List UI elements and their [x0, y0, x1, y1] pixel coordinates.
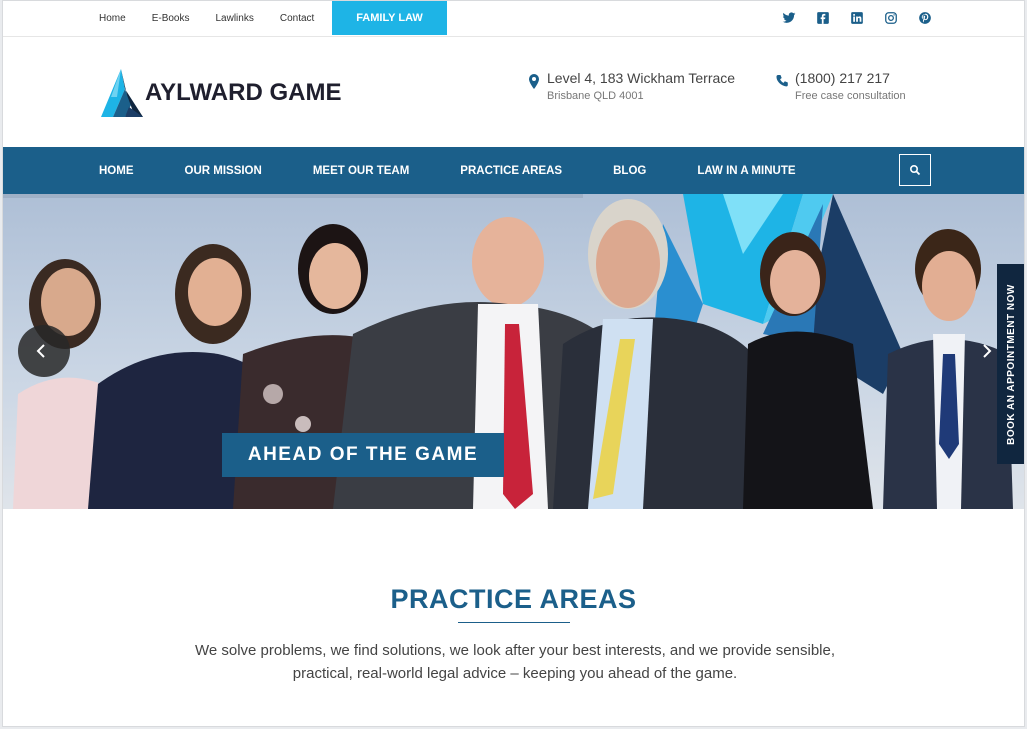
chevron-right-icon [983, 344, 992, 358]
main-nav: HOME OUR MISSION MEET OUR TEAM PRACTICE … [3, 147, 1024, 194]
hero-team-photo [3, 194, 1013, 509]
practice-areas-description: We solve problems, we find solutions, we… [194, 642, 836, 682]
nav-item-meet-our-team[interactable]: MEET OUR TEAM [313, 165, 409, 177]
nav-item-home[interactable]: HOME [99, 165, 134, 177]
hero-tagline: AHEAD OF THE GAME [222, 433, 504, 477]
phone-icon [776, 75, 788, 87]
book-appointment-label: BOOK AN APPOINTMENT NOW [1006, 283, 1018, 445]
facebook-icon[interactable] [816, 11, 830, 25]
top-link-contact[interactable]: Contact [280, 13, 314, 24]
nav-item-practice-areas[interactable]: PRACTICE AREAS [460, 165, 562, 177]
nav-items: HOME OUR MISSION MEET OUR TEAM PRACTICE … [99, 147, 847, 194]
search-button[interactable] [899, 154, 931, 186]
search-icon [909, 164, 921, 176]
social-links [762, 1, 932, 35]
address-line1: Level 4, 183 Wickham Terrace [547, 70, 736, 86]
address-block: Level 4, 183 Wickham Terrace Brisbane QL… [527, 70, 735, 102]
nav-item-blog[interactable]: BLOG [613, 165, 646, 177]
top-link-ebooks[interactable]: E-Books [152, 13, 190, 24]
hero-slider: AHEAD OF THE GAME BOOK AN APPOINTMENT NO… [3, 194, 1024, 509]
page-frame: Home E-Books Lawlinks Contact FAMILY LAW [2, 0, 1025, 727]
title-divider [458, 622, 570, 623]
family-law-button[interactable]: FAMILY LAW [332, 1, 447, 35]
top-link-home[interactable]: Home [99, 13, 126, 24]
linkedin-icon[interactable] [850, 11, 864, 25]
practice-areas-title: PRACTICE AREAS [390, 584, 637, 614]
top-links: Home E-Books Lawlinks Contact [99, 1, 340, 36]
slider-next-button[interactable] [977, 339, 997, 363]
chevron-left-icon [36, 344, 45, 358]
nav-item-our-mission[interactable]: OUR MISSION [185, 165, 262, 177]
phone-number: (1800) 217 217 [795, 70, 890, 86]
book-appointment-tab[interactable]: BOOK AN APPOINTMENT NOW [997, 264, 1024, 464]
logo-text: AYLWARD GAME [145, 79, 342, 106]
phone-note: Free case consultation [795, 90, 906, 102]
top-link-lawlinks[interactable]: Lawlinks [215, 13, 253, 24]
nav-item-law-in-a-minute[interactable]: LAW IN A MINUTE [697, 165, 795, 177]
logo[interactable]: AYLWARD GAME [99, 67, 341, 119]
logo-mark-icon [101, 69, 143, 117]
phone-block[interactable]: (1800) 217 217 Free case consultation [775, 70, 906, 102]
pinterest-icon[interactable] [918, 11, 932, 25]
twitter-icon[interactable] [782, 11, 796, 25]
instagram-icon[interactable] [884, 11, 898, 25]
map-pin-icon [529, 74, 539, 89]
slider-prev-button[interactable] [18, 325, 70, 377]
top-bar: Home E-Books Lawlinks Contact FAMILY LAW [3, 1, 1024, 37]
address-line2: Brisbane QLD 4001 [547, 90, 644, 102]
